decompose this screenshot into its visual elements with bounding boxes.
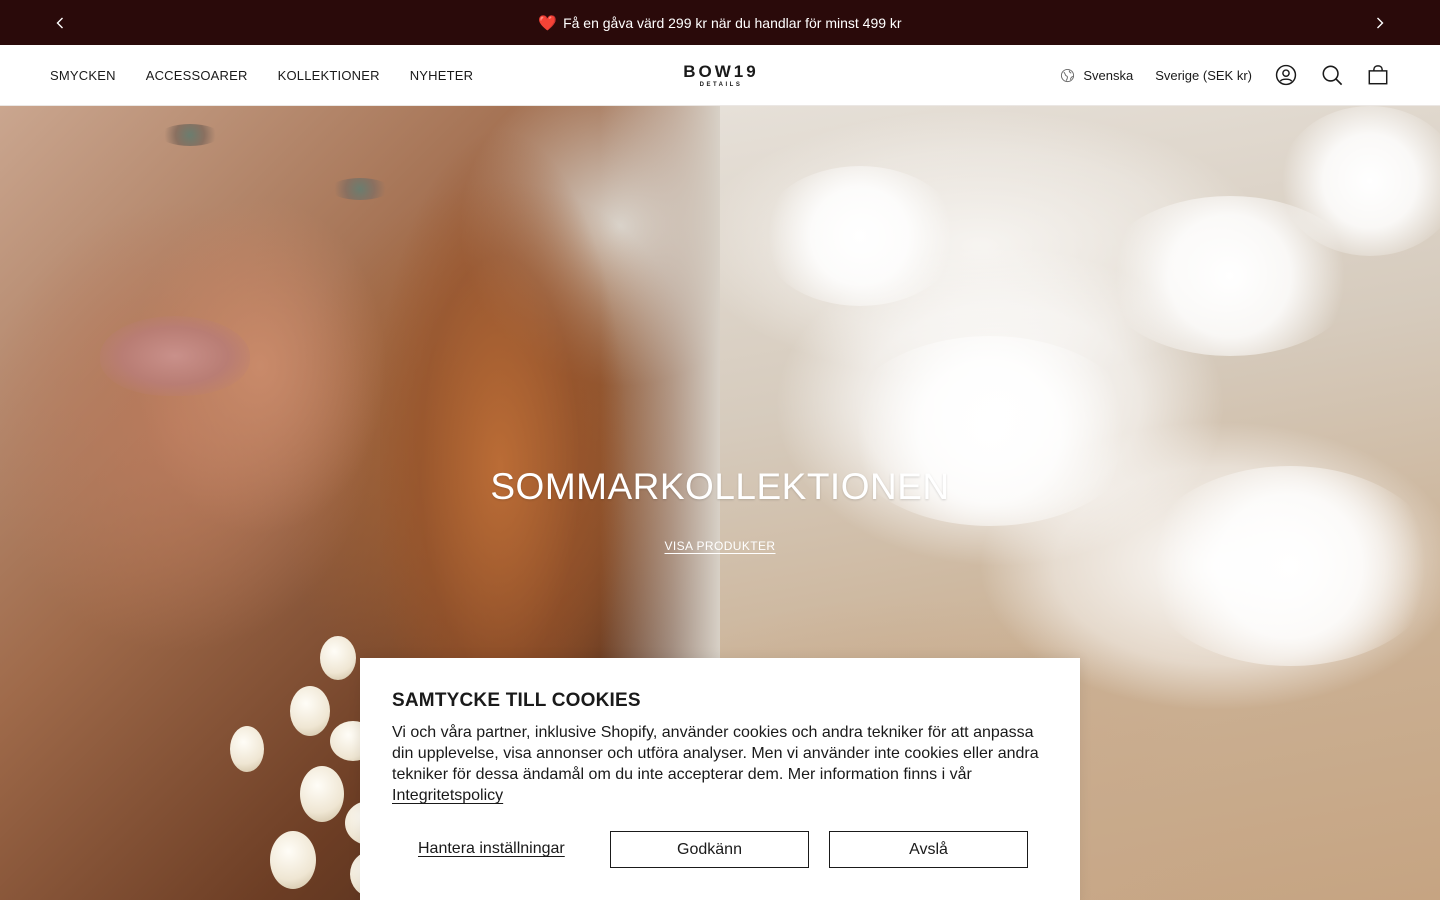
cookie-consent-banner: SAMTYCKE TILL COOKIES Vi och våra partne… [360,658,1080,900]
view-products-link[interactable]: VISA PRODUKTER [665,539,776,553]
account-icon [1275,64,1297,86]
site-header: SMYCKEN ACCESSOARER KOLLEKTIONER NYHETER… [0,45,1440,106]
search-button[interactable] [1320,63,1344,87]
accept-button[interactable]: Godkänn [610,831,809,868]
announcement-text: Få en gåva värd 299 kr när du handlar fö… [563,14,902,31]
nav-item-smycken[interactable]: SMYCKEN [50,68,116,83]
language-label: Svenska [1083,67,1134,83]
account-button[interactable] [1274,63,1298,87]
globe-icon [1061,68,1075,82]
chevron-right-icon [1377,17,1384,28]
cart-icon [1368,65,1388,85]
logo-subtitle: DETAILS [699,82,743,88]
nav-item-nyheter[interactable]: NYHETER [410,68,474,83]
hero-link-wrap: VISA PRODUKTER [0,537,1440,555]
chevron-left-icon [56,17,63,28]
main-nav: SMYCKEN ACCESSOARER KOLLEKTIONER NYHETER [50,45,473,105]
nav-item-kollektioner[interactable]: KOLLEKTIONER [278,68,380,83]
language-selector[interactable]: Svenska [1060,68,1133,83]
announcement-bar: ❤️ Få en gåva värd 299 kr när du handlar… [0,0,1440,45]
hero-eye-left [160,124,220,146]
hero-eye-right [330,178,390,200]
search-icon [1322,65,1343,86]
nav-item-accessoarer[interactable]: ACCESSOARER [146,68,248,83]
cookie-body-text: Vi och våra partner, inklusive Shopify, … [392,724,1039,783]
cookie-actions: Hantera inställningar Godkänn Avslå [392,831,1048,868]
heart-icon: ❤️ [538,14,558,32]
announcement-next-button[interactable] [1360,0,1400,45]
hero-title: SOMMARKOLLEKTIONEN [490,466,950,507]
header-tools: Svenska Sverige (SEK kr) [1060,45,1390,105]
announcement-prev-button[interactable] [40,0,80,45]
decline-button[interactable]: Avslå [829,831,1028,868]
cookie-body: Vi och våra partner, inklusive Shopify, … [392,722,1048,806]
announcement-message[interactable]: ❤️ Få en gåva värd 299 kr när du handlar… [538,14,901,32]
country-selector[interactable]: Sverige (SEK kr) [1155,68,1252,83]
cart-button[interactable] [1366,63,1390,87]
manage-settings-link[interactable]: Hantera inställningar [418,840,565,858]
brand-logo[interactable]: BOW19 DETAILS [678,63,764,90]
logo-wordmark: BOW19 [683,62,759,81]
privacy-policy-link[interactable]: Integritetspolicy [392,787,503,804]
cookie-title: SAMTYCKE TILL COOKIES [392,690,641,711]
hero-lips [100,316,250,396]
